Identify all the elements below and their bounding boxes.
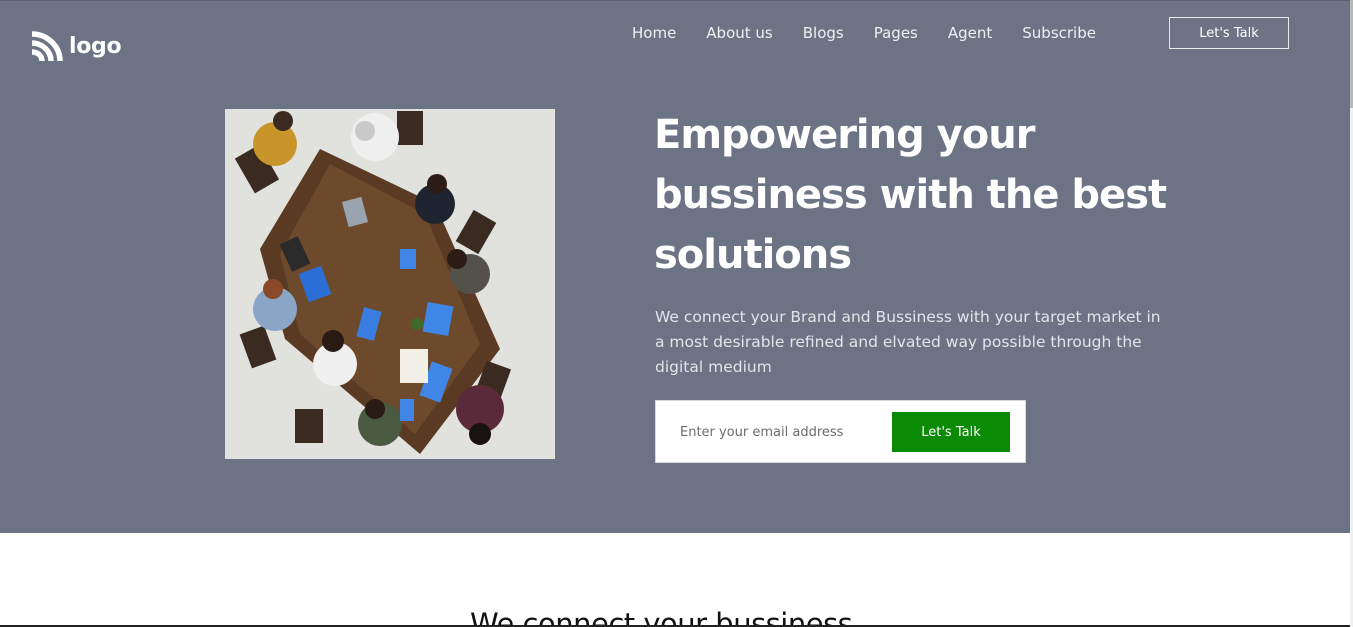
- logo[interactable]: logo: [29, 31, 122, 63]
- lets-talk-submit-button[interactable]: Let's Talk: [892, 412, 1010, 452]
- nav-item-agent[interactable]: Agent: [948, 23, 992, 43]
- signal-arcs-icon: [31, 31, 63, 62]
- nav-item-pages[interactable]: Pages: [874, 23, 918, 43]
- nav-item-subscribe[interactable]: Subscribe: [1022, 23, 1096, 43]
- hero-title: Empowering your bussiness with the best …: [654, 112, 1167, 278]
- hero-description: We connect your Brand and Bussiness with…: [655, 308, 1161, 376]
- nav-item-blogs[interactable]: Blogs: [803, 23, 844, 43]
- page: logo Home About us Blogs Pages Agent Sub…: [0, 0, 1353, 627]
- header-lets-talk-button[interactable]: Let's Talk: [1169, 17, 1289, 49]
- hero-image: [225, 109, 555, 459]
- logo-text: logo: [69, 34, 122, 59]
- nav-item-about-us[interactable]: About us: [706, 23, 772, 43]
- hero-section: logo Home About us Blogs Pages Agent Sub…: [0, 0, 1350, 533]
- email-input[interactable]: [680, 421, 850, 443]
- main-nav: Home About us Blogs Pages Agent Subscrib…: [632, 23, 1096, 43]
- nav-item-home[interactable]: Home: [632, 23, 676, 43]
- team-meeting-illustration: [225, 109, 555, 459]
- email-signup-form: Let's Talk: [655, 400, 1026, 463]
- section-heading: We connect your bussiness: [470, 607, 853, 627]
